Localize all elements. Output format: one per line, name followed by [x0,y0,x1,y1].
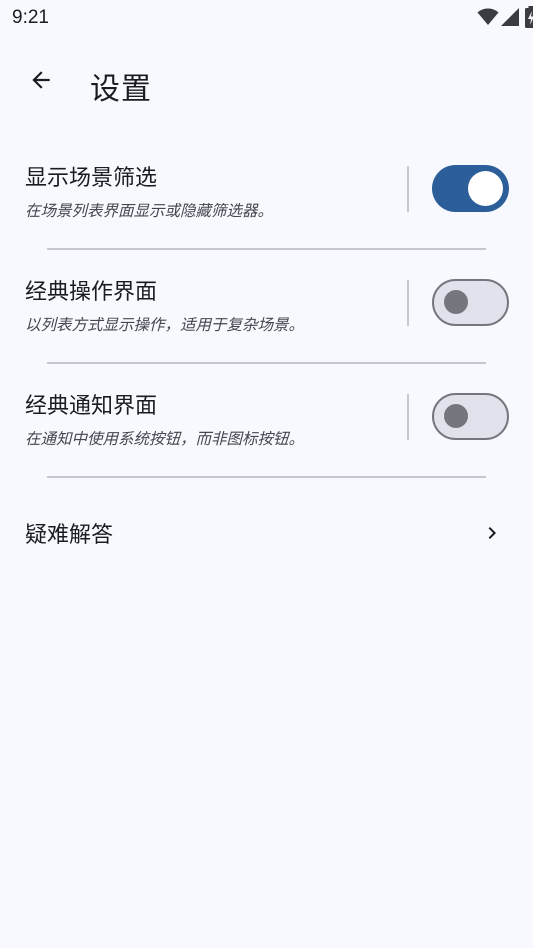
divider [47,476,486,478]
divider [47,362,486,364]
faq-row[interactable]: 疑难解答 [0,500,533,566]
status-time: 9:21 [12,7,49,28]
vertical-separator [407,280,409,326]
setting-description: 在通知中使用系统按钮，而非图标按钮。 [25,430,305,448]
divider [47,248,486,250]
chevron-right-icon [480,521,504,545]
status-bar: 9:21 [0,0,533,36]
wifi-icon [477,8,499,30]
page-title: 设置 [90,72,152,107]
back-button[interactable] [18,59,64,105]
switch-thumb [468,171,503,206]
app-bar: 设置 [0,50,533,116]
switch-thumb [444,404,468,428]
setting-classic-notification-ui[interactable]: 经典通知界面 在通知中使用系统按钮，而非图标按钮。 [0,369,533,469]
vertical-separator [407,166,409,212]
setting-classic-action-ui[interactable]: 经典操作界面 以列表方式显示操作，适用于复杂场景。 [0,255,533,355]
setting-title: 显示场景筛选 [25,166,158,191]
switch-thumb [444,290,468,314]
arrow-back-icon [28,67,54,97]
setting-description: 在场景列表界面显示或隐藏筛选器。 [25,202,274,220]
show-scene-filter-switch[interactable] [432,165,509,212]
setting-description: 以列表方式显示操作，适用于复杂场景。 [25,316,305,334]
signal-icon [501,8,519,30]
faq-label: 疑难解答 [25,523,114,548]
setting-title: 经典通知界面 [25,394,158,419]
vertical-separator [407,394,409,440]
setting-title: 经典操作界面 [25,280,158,305]
setting-show-scene-filter[interactable]: 显示场景筛选 在场景列表界面显示或隐藏筛选器。 [0,140,533,240]
battery-charging-icon [525,6,533,32]
classic-notification-ui-switch[interactable] [432,393,509,440]
classic-action-ui-switch[interactable] [432,279,509,326]
